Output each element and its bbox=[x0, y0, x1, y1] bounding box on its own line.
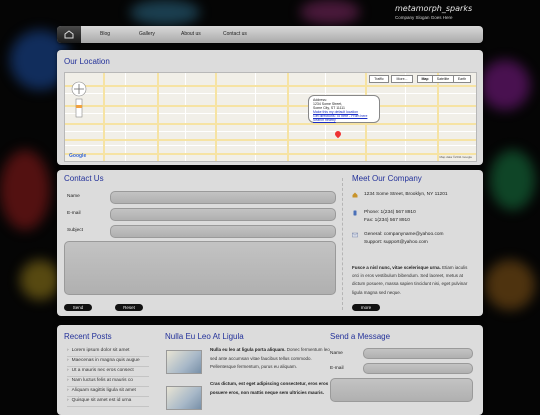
map-type-traffic[interactable]: Traffic bbox=[369, 75, 389, 83]
recent-post-item[interactable]: Lorem ipsum dolor sit amet bbox=[67, 346, 149, 357]
message-textarea[interactable] bbox=[64, 241, 336, 295]
company-phone: Phone: 1(234) 567 8910 bbox=[364, 210, 416, 215]
subject-label: Subject bbox=[67, 228, 83, 233]
subject-field[interactable] bbox=[110, 225, 336, 238]
mail-icon bbox=[352, 232, 358, 238]
nav-item-contact-us[interactable]: Contact us bbox=[223, 31, 247, 37]
news-title: Nulla Eu Leo At Ligula bbox=[165, 332, 244, 341]
reset-button[interactable]: Reset bbox=[115, 304, 143, 311]
message-email-label: E-mail bbox=[330, 366, 344, 371]
email-label: E-mail bbox=[67, 211, 81, 216]
contact-title: Contact Us bbox=[64, 174, 104, 183]
map-type-earth[interactable]: Earth bbox=[453, 75, 471, 83]
recent-posts-title: Recent Posts bbox=[64, 332, 112, 341]
map-type-more[interactable]: More... bbox=[391, 75, 413, 83]
map-widget[interactable]: Traffic More... Map Satellite Earth Addr… bbox=[64, 72, 477, 162]
map-copyright: Map data ©2011 Google bbox=[439, 155, 472, 159]
news-item-title[interactable]: Nulla eu leo at ligula porta aliquam. bbox=[210, 347, 286, 352]
home-button[interactable] bbox=[57, 26, 81, 43]
home-icon bbox=[352, 192, 358, 198]
location-title: Our Location bbox=[64, 57, 110, 66]
message-body-field[interactable] bbox=[330, 378, 473, 402]
company-about-bold: Fusce a nisl nunc, vitae scelerisque urn… bbox=[352, 265, 441, 270]
google-logo: Google bbox=[69, 153, 87, 159]
news-thumbnail[interactable] bbox=[166, 386, 202, 410]
recent-post-item[interactable]: Nam luctus felis at mauris co bbox=[67, 376, 149, 387]
map-type-map[interactable]: Map bbox=[417, 75, 433, 83]
site-name[interactable]: metamorph_sparks bbox=[395, 4, 472, 13]
company-about: Fusce a nisl nunc, vitae scelerisque urn… bbox=[352, 264, 474, 297]
company-address: 1234 Some Street, Brooklyn, NY 11201 bbox=[364, 192, 448, 197]
company-fax: Fax: 1(234) 567 8910 bbox=[364, 218, 410, 223]
send-message-title: Send a Message bbox=[330, 332, 391, 341]
email-field[interactable] bbox=[110, 208, 336, 221]
map-info-bubble: Address: 1234 Some Street, Some City, ST… bbox=[308, 95, 380, 123]
home-icon bbox=[64, 30, 74, 39]
name-field[interactable] bbox=[110, 191, 336, 204]
phone-icon bbox=[353, 210, 357, 216]
message-name-field[interactable] bbox=[363, 348, 473, 359]
send-button[interactable]: Send bbox=[64, 304, 92, 311]
company-email-general[interactable]: General: companyname@yahoo.com bbox=[364, 231, 444, 239]
main-nav: Blog Gallery About us Contact us bbox=[57, 26, 483, 43]
recent-post-item[interactable]: Maecenas in magna quis augue bbox=[67, 356, 149, 367]
news-thumbnail[interactable] bbox=[166, 350, 202, 374]
site-slogan: Company Slogan Goes Here bbox=[395, 15, 453, 20]
recent-post-item[interactable]: Ut a mauris nec eros consect bbox=[67, 366, 149, 377]
recent-post-item[interactable]: Aliquam sagittis ligula sit amet bbox=[67, 386, 149, 397]
nav-item-gallery[interactable]: Gallery bbox=[139, 31, 155, 37]
search-nearby-link[interactable]: Search nearby bbox=[313, 118, 375, 122]
news-item: Cras dictum, est eget adipiscing consect… bbox=[210, 380, 330, 397]
company-title: Meet Our Company bbox=[352, 174, 422, 183]
nav-item-about-us[interactable]: About us bbox=[181, 31, 201, 37]
message-email-field[interactable] bbox=[363, 363, 473, 374]
column-divider bbox=[342, 178, 343, 310]
more-button[interactable]: more bbox=[352, 304, 380, 311]
map-type-satellite[interactable]: Satellite bbox=[432, 75, 454, 83]
news-item: Nulla eu leo at ligula porta aliquam. Do… bbox=[210, 346, 330, 372]
company-email-support[interactable]: Support: support@yahoo.com bbox=[364, 239, 428, 247]
news-item-title[interactable]: Cras dictum, est eget adipiscing consect… bbox=[210, 381, 328, 395]
nav-item-blog[interactable]: Blog bbox=[100, 31, 110, 37]
map-pan-control[interactable] bbox=[71, 81, 87, 119]
name-label: Name bbox=[67, 194, 80, 199]
message-name-label: Name bbox=[330, 351, 343, 356]
